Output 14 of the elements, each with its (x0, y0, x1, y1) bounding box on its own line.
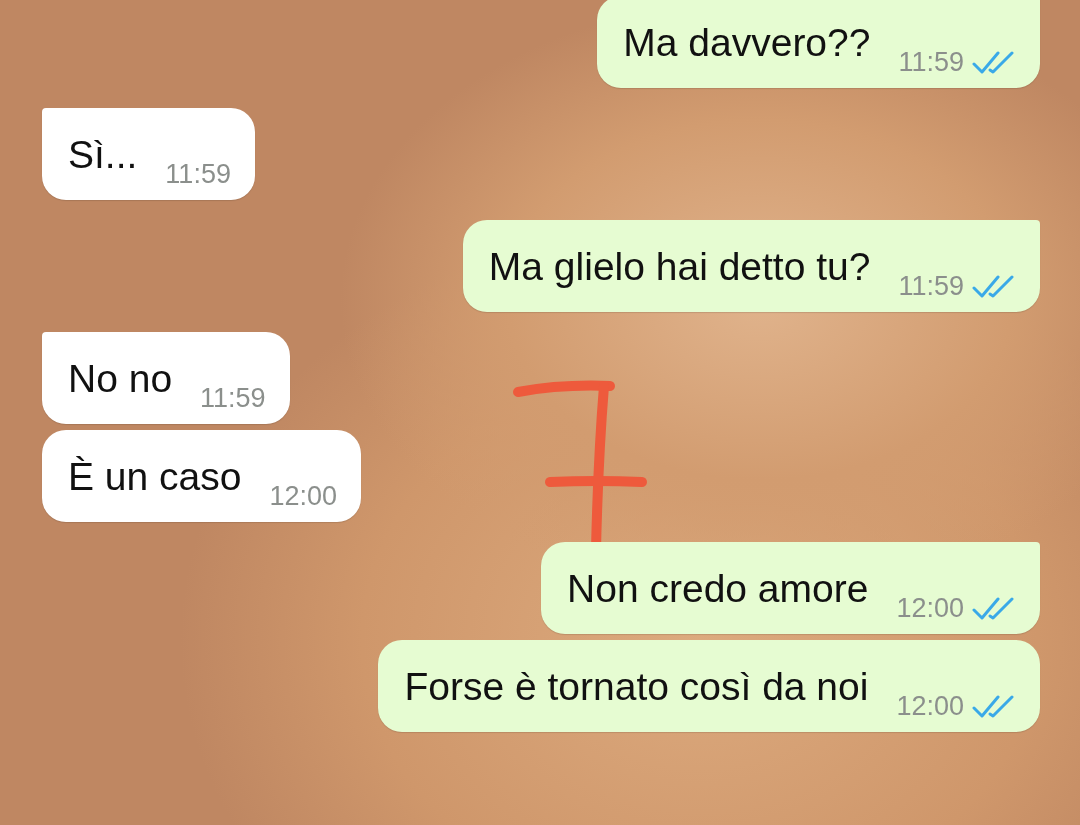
message-time: 12:00 (269, 481, 338, 512)
message-text: È un caso (68, 454, 242, 500)
message-text: Sì... (68, 132, 138, 178)
message-time: 11:59 (898, 47, 964, 78)
message-text: Forse è tornato così da noi (404, 664, 869, 710)
message-text: Ma glielo hai detto tu? (488, 244, 871, 290)
message-time: 11:59 (200, 383, 266, 414)
message-text: No no (68, 356, 173, 402)
message-time: 11:59 (165, 159, 231, 190)
message-time: 11:59 (898, 271, 964, 302)
message-time: 12:00 (896, 691, 964, 722)
message-text: Non credo amore (567, 566, 869, 612)
message-time: 12:00 (896, 593, 964, 624)
message-text: Ma davvero?? (623, 20, 871, 66)
